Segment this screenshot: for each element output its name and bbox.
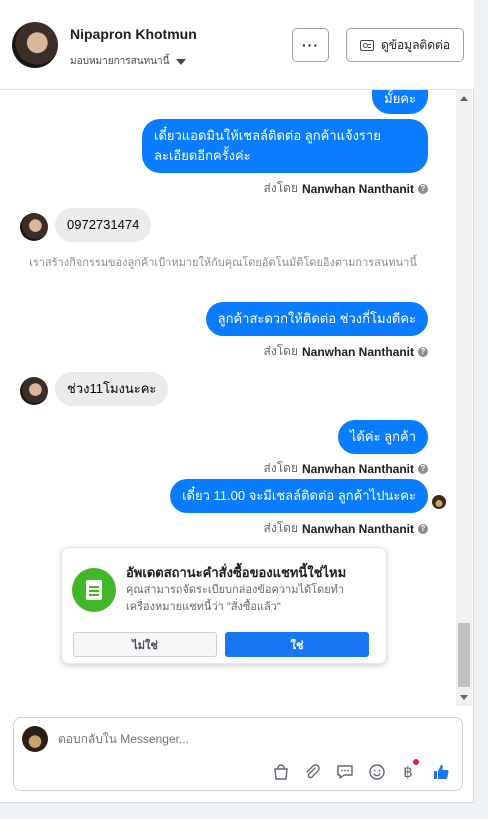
payment-baht-icon[interactable]: ฿ [397, 759, 419, 783]
attachment-icon[interactable] [301, 761, 323, 783]
contact-name[interactable]: Nipapron Khotmun [70, 26, 197, 42]
shop-bag-icon[interactable] [270, 761, 292, 783]
sent-by-label: ส่งโดย Nanwhan Nanthanit ? [264, 459, 428, 478]
sent-by-prefix: ส่งโดย [263, 181, 298, 195]
sent-by-prefix: ส่งโดย [263, 344, 298, 358]
like-thumbs-up-icon[interactable] [430, 761, 452, 783]
message-bubble-incoming[interactable]: 0972731474 [55, 208, 152, 242]
page-avatar [22, 726, 48, 752]
contact-card-icon [359, 39, 374, 51]
sent-by-prefix: ส่งโดย [263, 521, 298, 535]
question-icon[interactable]: ? [418, 183, 428, 194]
conversation-panel: Nipapron Khotmun มอบหมายการสนทนานี้ ··· … [0, 0, 474, 803]
baht-symbol: ฿ [403, 763, 413, 781]
sent-by-prefix: ส่งโดย [263, 461, 298, 475]
sender-name: Nanwhan Nanthanit [301, 461, 414, 476]
order-yes-button[interactable]: ใช่ [225, 632, 369, 657]
sender-name: Nanwhan Nanthanit [301, 521, 414, 536]
message-bubble-outgoing[interactable]: เดี๋ยว 11.00 จะมีเชลล์ติดต่อ ลูกค้าไปนะค… [170, 479, 428, 513]
notification-dot [413, 759, 419, 765]
saved-reply-icon[interactable] [334, 761, 356, 783]
emoji-icon[interactable] [366, 761, 388, 783]
seen-indicator-avatar [432, 495, 446, 509]
order-prompt-description: คุณสามารถจัดระเบียบกล่องข้อความได้โดยทำเ… [126, 584, 345, 613]
message-bubble-outgoing[interactable]: เดี๋ยวแอดมินให้เชลล์ติดต่อ ลูกค้าแจ้งราย… [142, 119, 428, 173]
message-bubble-outgoing[interactable]: มั้ยคะ [372, 90, 428, 114]
contact-avatar-small [20, 377, 48, 405]
contact-avatar[interactable] [12, 22, 58, 68]
sender-name: Nanwhan Nanthanit [301, 344, 414, 359]
order-no-button[interactable]: ไม่ใช่ [73, 632, 217, 657]
order-status-prompt: อัพเดตสถานะคำสั่งซื้อของแชทนี้ใช่ไหม คุณ… [61, 547, 387, 664]
caret-down-icon [176, 58, 187, 65]
assign-conversation-dropdown[interactable]: มอบหมายการสนทนานี้ [70, 54, 187, 69]
message-bubble-outgoing[interactable]: ได้ค่ะ ลูกค้า [337, 420, 428, 454]
question-icon[interactable]: ? [418, 346, 428, 357]
thread-scrollbar[interactable] [456, 90, 472, 706]
system-activity-note: เราสร้างกิจกรรมของลูกค้าเป้าหมายให้กับคุ… [29, 257, 417, 269]
sent-by-label: ส่งโดย Nanwhan Nanthanit ? [264, 179, 428, 198]
sender-name: Nanwhan Nanthanit [301, 181, 414, 196]
reply-composer: ฿ [13, 717, 463, 791]
message-text: เดี๋ยวแอดมินให้เชลล์ติดต่อ ลูกค้าแจ้งราย [154, 128, 381, 143]
reply-input[interactable] [58, 732, 438, 746]
message-bubble-incoming[interactable]: ช่วง11โมงนะคะ [55, 372, 169, 406]
scroll-up-arrow-icon[interactable] [460, 96, 468, 101]
question-icon[interactable]: ? [418, 463, 428, 474]
message-bubble-outgoing[interactable]: ลูกค้าสะดวกให้ติดต่อ ช่วงกี่โมงดีคะ [205, 302, 428, 336]
assign-label: มอบหมายการสนทนานี้ [70, 56, 170, 67]
contact-avatar-small [20, 213, 48, 241]
order-prompt-title: อัพเดตสถานะคำสั่งซื้อของแชทนี้ใช่ไหม [126, 565, 347, 580]
scrollbar-thumb[interactable] [458, 623, 470, 687]
more-options-button[interactable]: ··· [292, 28, 329, 62]
order-receipt-icon [72, 568, 116, 612]
view-contact-info-button[interactable]: ดูข้อมูลติดต่อ [346, 28, 464, 62]
scroll-down-arrow-icon[interactable] [460, 695, 468, 700]
question-icon[interactable]: ? [418, 523, 428, 534]
conversation-header: Nipapron Khotmun มอบหมายการสนทนานี้ ··· … [0, 0, 474, 90]
sent-by-label: ส่งโดย Nanwhan Nanthanit ? [264, 519, 428, 538]
view-contact-info-label: ดูข้อมูลติดต่อ [380, 37, 451, 52]
sent-by-label: ส่งโดย Nanwhan Nanthanit ? [264, 342, 428, 361]
message-text: ละเอียดอีกครั้งค่ะ [154, 148, 251, 163]
